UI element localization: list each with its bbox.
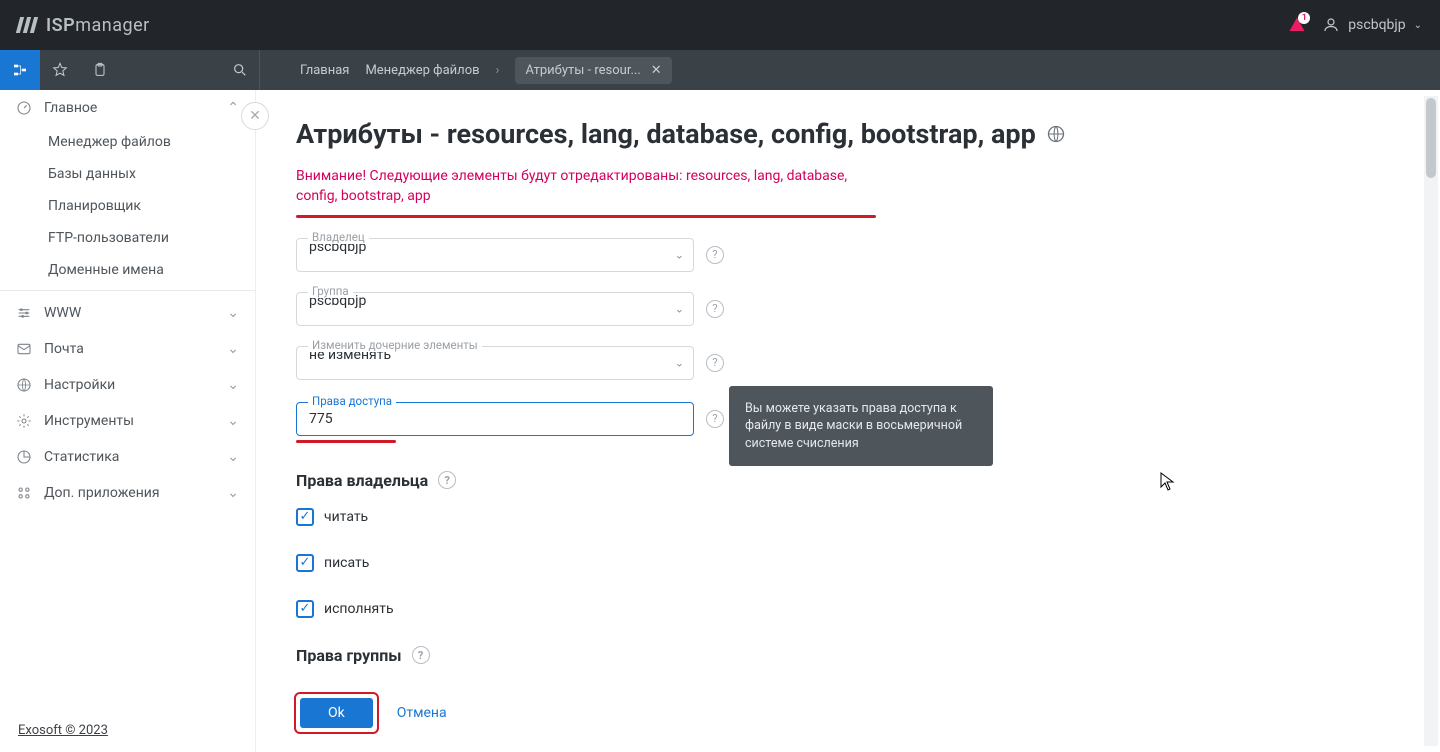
user-name: pscbqbjp [1348, 17, 1405, 33]
owner-read-checkbox[interactable]: ✓ [296, 508, 314, 526]
close-tab-icon[interactable]: ✕ [651, 63, 662, 78]
help-group-rights-icon[interactable]: ? [412, 646, 430, 664]
secondbar: Главная Менеджер файлов › Атрибуты - res… [0, 50, 1440, 90]
sidebar-group-main[interactable]: Главное ⌃ [0, 90, 255, 126]
sidebar-main-label: Главное [44, 100, 97, 116]
group-label: Группа [308, 284, 353, 298]
bottom-bar: Ok Отмена [294, 681, 1440, 752]
nav-tree-icon[interactable] [0, 50, 40, 90]
chart-icon [16, 449, 32, 465]
logo: ISPmanager [18, 15, 150, 36]
sidebar-item-db[interactable]: Базы данных [0, 158, 255, 190]
page-title: Атрибуты - resources, lang, database, co… [296, 118, 1256, 150]
sidebar: ✕ Главное ⌃ Менеджер файлов Базы данных … [0, 90, 256, 752]
chevron-down-icon: ⌄ [1414, 20, 1422, 31]
chevron-down-icon: ⌄ [227, 305, 239, 321]
help-owner-rights-icon[interactable]: ? [438, 471, 456, 489]
avatar-icon [1322, 16, 1340, 34]
owner-exec-label: исполнять [324, 601, 394, 617]
ok-highlight: Ok [294, 692, 379, 734]
mail-icon [16, 341, 32, 357]
topbar: ISPmanager 1 pscbqbjp ⌄ [0, 0, 1440, 50]
user-menu[interactable]: pscbqbjp ⌄ [1322, 16, 1422, 34]
owner-label: Владелец [308, 230, 369, 244]
sidebar-item-domains[interactable]: Доменные имена [0, 254, 255, 286]
breadcrumb: Главная Менеджер файлов › Атрибуты - res… [300, 50, 672, 90]
sidebar-item-scheduler[interactable]: Планировщик [0, 190, 255, 222]
tooltip: Вы можете указать права доступа к файлу … [729, 386, 993, 467]
breadcrumb-sep: › [496, 63, 500, 78]
children-label: Изменить дочерние элементы [308, 338, 482, 352]
owner-write-label: писать [324, 555, 369, 571]
clipboard-icon[interactable] [80, 50, 120, 90]
perms-label: Права доступа [308, 394, 396, 408]
help-owner-icon[interactable]: ? [706, 246, 724, 264]
active-tab-label: Атрибуты - resour... [525, 63, 640, 78]
sidebar-group-settings[interactable]: Настройки⌄ [0, 367, 255, 403]
ok-button[interactable]: Ok [300, 698, 373, 728]
logo-text: ISPmanager [46, 15, 150, 36]
warning-underline [296, 215, 876, 218]
apps-icon [16, 485, 32, 501]
owner-exec-checkbox[interactable]: ✓ [296, 600, 314, 618]
globe-title-icon [1046, 124, 1066, 144]
chevron-up-icon: ⌃ [227, 100, 239, 116]
cancel-button[interactable]: Отмена [397, 705, 447, 721]
owner-write-checkbox[interactable]: ✓ [296, 554, 314, 572]
notif-badge: 1 [1298, 12, 1310, 24]
sliders-icon [16, 305, 32, 321]
search-icon[interactable] [220, 50, 260, 90]
help-group-icon[interactable]: ? [706, 300, 724, 318]
logo-bars-icon [18, 17, 36, 33]
scrollbar-thumb[interactable] [1426, 98, 1436, 178]
globe-icon [16, 377, 32, 393]
main: Атрибуты - resources, lang, database, co… [256, 90, 1440, 752]
group-select[interactable]: pscbqbjp [296, 292, 694, 326]
favorite-icon[interactable] [40, 50, 80, 90]
sidebar-item-files[interactable]: Менеджер файлов [0, 126, 255, 158]
breadcrumb-files[interactable]: Менеджер файлов [365, 63, 479, 78]
sidebar-group-tools[interactable]: Инструменты⌄ [0, 403, 255, 439]
sidebar-group-www[interactable]: WWW⌄ [0, 295, 255, 331]
warning-text: Внимание! Следующие элементы будут отред… [296, 166, 876, 207]
notifications-icon[interactable]: 1 [1288, 16, 1306, 34]
footer-link[interactable]: Exosoft © 2023 [18, 723, 108, 738]
group-rights-title: Права группы? [296, 646, 1256, 665]
owner-rights-title: Права владельца? [296, 471, 1256, 490]
active-tab[interactable]: Атрибуты - resour... ✕ [515, 57, 671, 84]
sidebar-item-ftp[interactable]: FTP-пользователи [0, 222, 255, 254]
collapse-sidebar-icon[interactable]: ✕ [241, 102, 269, 130]
gauge-icon [16, 100, 32, 116]
sidebar-group-apps[interactable]: Доп. приложения⌄ [0, 475, 255, 511]
sidebar-group-mail[interactable]: Почта⌄ [0, 331, 255, 367]
owner-read-label: читать [324, 509, 368, 525]
sidebar-group-stats[interactable]: Статистика⌄ [0, 439, 255, 475]
scrollbar[interactable] [1424, 96, 1438, 746]
help-children-icon[interactable]: ? [706, 354, 724, 372]
breadcrumb-home[interactable]: Главная [300, 63, 349, 78]
perms-underline [296, 440, 396, 443]
gear-icon [16, 413, 32, 429]
